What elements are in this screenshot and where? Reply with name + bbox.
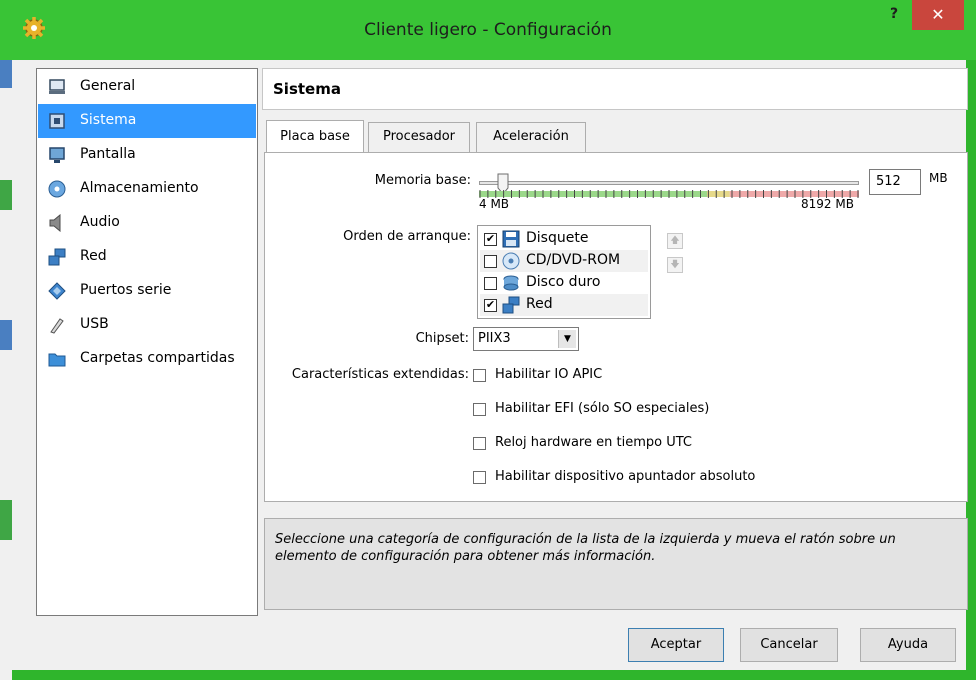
left-edge [0, 60, 12, 680]
usb-icon [50, 318, 64, 334]
sidebar-item-label: Puertos serie [80, 282, 172, 298]
memory-min-label: 4 MB [479, 197, 510, 211]
checkbox-box[interactable] [473, 437, 486, 450]
boot-item-cd-dvd-rom[interactable]: CD/DVD-ROM [480, 250, 648, 272]
checkbox-box[interactable] [473, 471, 486, 484]
section-header: Sistema [262, 68, 968, 110]
boot-item-label: Disco duro [526, 274, 601, 290]
extended-features-label: Características extendidas: [291, 367, 469, 382]
sidebar-item-pantalla[interactable]: Pantalla [38, 138, 256, 172]
tab-procesador[interactable]: Procesador [368, 122, 470, 152]
floppy-icon [502, 230, 520, 248]
motherboard-panel: Memoria base: 4 MB 8192 MB 512 MB Orden … [264, 152, 968, 502]
boot-item-label: Disquete [526, 230, 589, 246]
title-bar[interactable]: Cliente ligero - Configuración ? ✕ [0, 0, 976, 60]
tab-aceleracion[interactable]: Aceleración [476, 122, 586, 152]
sidebar-item-label: USB [80, 316, 109, 332]
help-button[interactable]: Ayuda [860, 628, 956, 662]
sidebar-item-puertos-serie[interactable]: Puertos serie [38, 274, 256, 308]
checkbox-label: Habilitar dispositivo apuntador absoluto [495, 469, 756, 484]
folder-icon [48, 353, 66, 367]
sidebar-item-label: Sistema [80, 112, 137, 128]
dialog-window: Cliente ligero - Configuración ? ✕ Gener… [0, 0, 976, 680]
cd-icon [502, 252, 520, 270]
chip-icon [49, 113, 65, 129]
checkbox-label: Reloj hardware en tiempo UTC [495, 435, 692, 450]
cancel-button[interactable]: Cancelar [740, 628, 838, 662]
sidebar-item-label: Pantalla [80, 146, 136, 162]
sidebar-item-audio[interactable]: Audio [38, 206, 256, 240]
sidebar-item-general[interactable]: General [38, 70, 256, 104]
disc-icon [48, 180, 66, 198]
checkbox-label: Habilitar EFI (sólo SO especiales) [495, 401, 710, 416]
sidebar-item-label: Almacenamiento [80, 180, 199, 196]
serial-port-icon [48, 282, 66, 300]
boot-checkbox[interactable]: ✔ [484, 299, 497, 312]
chipset-value: PIIX3 [478, 331, 511, 346]
sidebar-item-almacenamiento[interactable]: Almacenamiento [38, 172, 256, 206]
memory-max-label: 8192 MB [801, 197, 854, 211]
boot-order-list[interactable]: ✔ Disquete CD/DVD-ROM Disco duro ✔ Red [477, 225, 651, 319]
monitor-icon [49, 79, 65, 94]
memory-slider-track[interactable] [479, 181, 859, 185]
chipset-select[interactable]: PIIX3 ▼ [473, 327, 579, 351]
move-down-button[interactable]: 🡇 [667, 257, 683, 273]
sidebar-item-label: Audio [80, 214, 120, 230]
boot-item-label: Red [526, 296, 553, 312]
close-button[interactable]: ✕ [912, 0, 964, 30]
info-text: Seleccione una categoría de configuració… [275, 532, 896, 564]
checkbox-box[interactable] [473, 369, 486, 382]
window-title: Cliente ligero - Configuración [364, 20, 612, 40]
chipset-label: Chipset: [415, 331, 469, 346]
sidebar-item-sistema[interactable]: Sistema [38, 104, 256, 138]
category-list[interactable]: General Sistema Pantalla Almacenamiento … [36, 68, 258, 616]
boot-checkbox[interactable]: ✔ [484, 233, 497, 246]
sidebar-item-usb[interactable]: USB [38, 308, 256, 342]
boot-item-disco-duro[interactable]: Disco duro [480, 272, 648, 294]
dialog-body: General Sistema Pantalla Almacenamiento … [12, 60, 968, 670]
checkbox-label: Habilitar IO APIC [495, 367, 603, 382]
sidebar-item-label: General [80, 78, 136, 94]
boot-checkbox[interactable] [484, 255, 497, 268]
boot-item-disquete[interactable]: ✔ Disquete [480, 228, 648, 250]
chevron-down-icon[interactable]: ▼ [558, 330, 576, 348]
boot-item-red[interactable]: ✔ Red [480, 294, 648, 316]
memory-input[interactable]: 512 [869, 169, 921, 195]
section-title: Sistema [273, 80, 341, 98]
accept-button[interactable]: Aceptar [628, 628, 724, 662]
sidebar-item-label: Carpetas compartidas [80, 350, 235, 366]
boot-item-label: CD/DVD-ROM [526, 252, 621, 268]
sidebar-item-red[interactable]: Red [38, 240, 256, 274]
hard-disk-icon [503, 275, 519, 291]
tab-placa-base[interactable]: Placa base [266, 120, 364, 152]
move-up-button[interactable]: 🡅 [667, 233, 683, 249]
sidebar-item-label: Red [80, 248, 107, 264]
sidebar-item-carpetas-compartidas[interactable]: Carpetas compartidas [38, 342, 256, 376]
help-title-button[interactable]: ? [882, 6, 906, 28]
network-icon [48, 248, 66, 266]
memory-unit: MB [929, 171, 948, 185]
display-icon [49, 147, 65, 163]
speaker-icon [49, 214, 61, 232]
checkbox-box[interactable] [473, 403, 486, 416]
info-description: Seleccione una categoría de configuració… [264, 518, 968, 610]
network-icon [502, 296, 520, 314]
boot-checkbox[interactable] [484, 277, 497, 290]
memory-label: Memoria base: [374, 173, 471, 188]
boot-order-label: Orden de arranque: [343, 229, 471, 244]
